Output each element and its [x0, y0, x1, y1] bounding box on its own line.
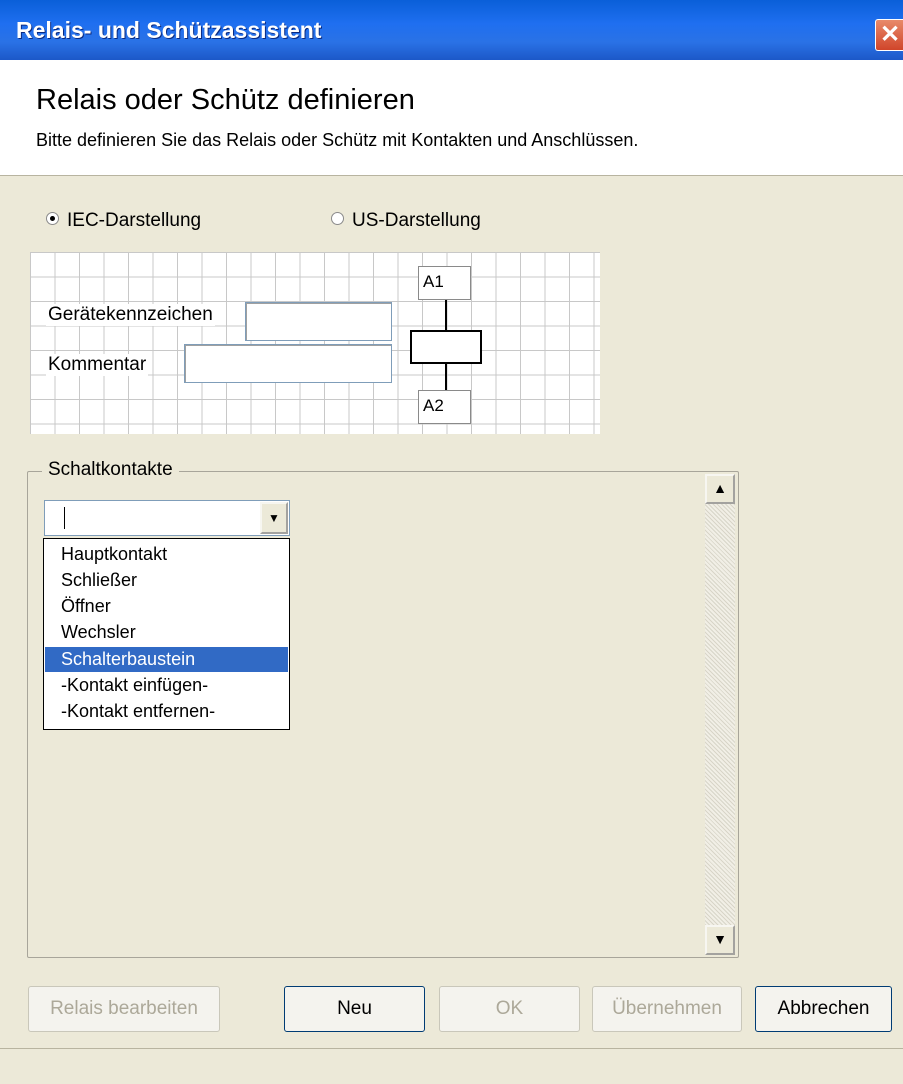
- device-id-label: Gerätekennzeichen: [46, 304, 215, 326]
- chevron-down-icon[interactable]: ▼: [260, 502, 288, 534]
- radio-iec[interactable]: IEC-Darstellung: [46, 210, 201, 232]
- dropdown-option-wechsler[interactable]: Wechsler: [45, 620, 288, 645]
- header-panel: Relais oder Schütz definieren Bitte defi…: [0, 60, 903, 176]
- close-button[interactable]: ✕: [875, 19, 903, 51]
- comment-label: Kommentar: [46, 354, 149, 376]
- page-subtitle: Bitte definieren Sie das Relais oder Sch…: [36, 130, 639, 150]
- terminal-a2-field[interactable]: A2: [418, 390, 471, 424]
- dropdown-option-schliesser[interactable]: Schließer: [45, 568, 288, 593]
- page-title: Relais oder Schütz definieren: [36, 84, 415, 116]
- radio-us-label: US-Darstellung: [352, 210, 481, 231]
- scroll-up-button[interactable]: ▲: [705, 474, 735, 504]
- radio-us[interactable]: US-Darstellung: [331, 210, 481, 232]
- close-icon: ✕: [879, 21, 901, 48]
- radio-selected-icon: [46, 212, 59, 226]
- contact-type-dropdown: Hauptkontakt Schließer Öffner Wechsler S…: [43, 538, 290, 730]
- dropdown-option-kontakt-einfuegen[interactable]: -Kontakt einfügen-: [45, 673, 288, 698]
- ok-button[interactable]: OK: [439, 986, 580, 1032]
- contact-type-combo[interactable]: ▼: [44, 500, 290, 536]
- comment-field[interactable]: [184, 344, 392, 383]
- contacts-group-label: Schaltkontakte: [42, 459, 179, 481]
- new-button[interactable]: Neu: [284, 986, 425, 1032]
- radio-iec-label: IEC-Darstellung: [67, 210, 202, 231]
- dropdown-option-oeffner[interactable]: Öffner: [45, 594, 288, 619]
- schematic-grid: [30, 252, 600, 434]
- status-bar: [0, 1048, 903, 1084]
- radio-unselected-icon: [331, 212, 344, 226]
- coil-wire-top: [445, 300, 447, 330]
- dropdown-option-schalterbaustein[interactable]: Schalterbaustein: [45, 647, 288, 672]
- edit-relay-button[interactable]: Relais bearbeiten: [28, 986, 220, 1032]
- dropdown-option-kontakt-entfernen[interactable]: -Kontakt entfernen-: [45, 699, 288, 724]
- cancel-button[interactable]: Abbrechen: [755, 986, 892, 1032]
- arrow-down-icon: ▼: [713, 931, 727, 947]
- dropdown-option-hauptkontakt[interactable]: Hauptkontakt: [45, 542, 288, 567]
- terminal-a1-field[interactable]: A1: [418, 266, 471, 300]
- coil-symbol: [410, 330, 482, 364]
- scroll-down-button[interactable]: ▼: [705, 925, 735, 955]
- contacts-scrollbar[interactable]: ▲ ▼: [705, 474, 735, 955]
- device-id-field[interactable]: [245, 302, 392, 341]
- coil-wire-bottom: [445, 364, 447, 390]
- window-title: Relais- und Schützassistent: [16, 17, 322, 43]
- apply-button[interactable]: Übernehmen: [592, 986, 742, 1032]
- arrow-up-icon: ▲: [713, 480, 727, 496]
- text-caret: [64, 507, 65, 529]
- title-bar: Relais- und Schützassistent ✕: [0, 0, 903, 60]
